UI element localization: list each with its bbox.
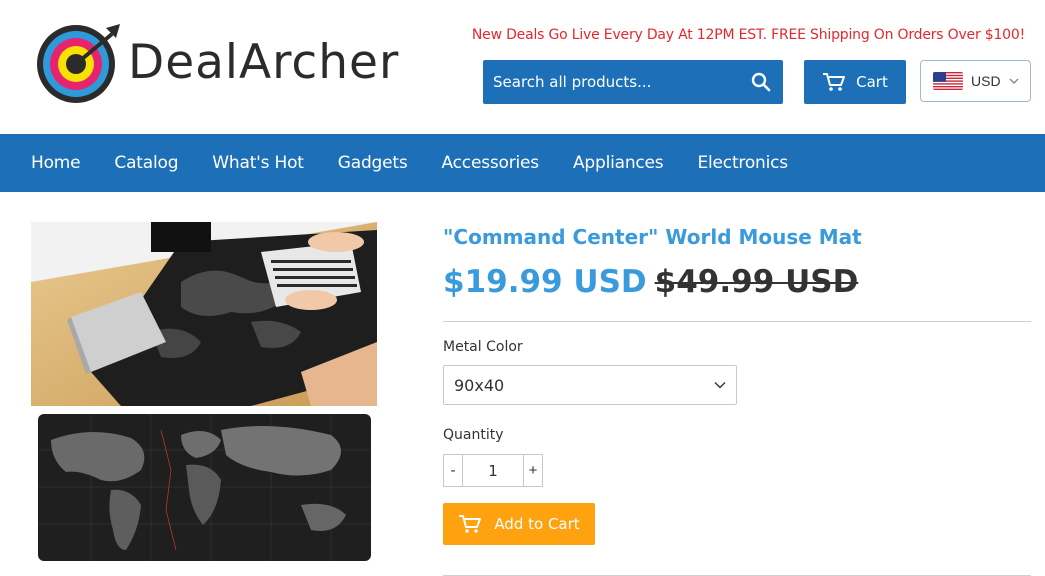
divider: [443, 321, 1031, 322]
quantity-stepper: - +: [443, 454, 543, 487]
search-bar: [483, 60, 783, 104]
chevron-down-icon: [714, 382, 726, 389]
currency-selector[interactable]: USD: [920, 60, 1031, 102]
main-nav: Home Catalog What's Hot Gadgets Accessor…: [0, 134, 1045, 192]
product-title: "Command Center" World Mouse Mat: [443, 225, 862, 249]
nav-item-accessories[interactable]: Accessories: [425, 134, 556, 192]
search-icon: [751, 72, 771, 92]
add-to-cart-button[interactable]: Add to Cart: [443, 503, 595, 545]
cart-icon: [823, 73, 846, 91]
product-photo-mat: [31, 410, 377, 566]
nav-item-whats-hot[interactable]: What's Hot: [195, 134, 320, 192]
cart-label: Cart: [856, 73, 888, 91]
target-logo-icon: [37, 24, 120, 103]
cart-button[interactable]: Cart: [804, 60, 906, 104]
quantity-increase-button[interactable]: +: [523, 455, 542, 486]
currency-code: USD: [971, 73, 1001, 89]
sale-price: $19.99 USD: [443, 264, 647, 300]
product-image-thumbnail[interactable]: [31, 410, 377, 566]
product-photo-desk: [31, 222, 377, 406]
nav-item-electronics[interactable]: Electronics: [680, 134, 804, 192]
option-select-value: 90x40: [454, 375, 505, 395]
nav-item-catalog[interactable]: Catalog: [97, 134, 195, 192]
site-header: DealArcher New Deals Go Live Every Day A…: [0, 0, 1045, 134]
chevron-down-icon: [1009, 78, 1019, 84]
cart-icon: [459, 515, 482, 533]
product-image-main[interactable]: [31, 222, 377, 406]
us-flag-icon: [933, 72, 963, 90]
option-select[interactable]: 90x40: [443, 365, 737, 405]
nav-item-home[interactable]: Home: [14, 134, 97, 192]
quantity-input[interactable]: [463, 455, 523, 486]
logo[interactable]: DealArcher: [36, 20, 399, 104]
promo-banner: New Deals Go Live Every Day At 12PM EST.…: [471, 27, 1025, 43]
option-label: Metal Color: [443, 339, 523, 355]
nav-item-gadgets[interactable]: Gadgets: [321, 134, 425, 192]
nav-item-appliances[interactable]: Appliances: [556, 134, 681, 192]
search-button[interactable]: [739, 60, 783, 104]
quantity-decrease-button[interactable]: -: [444, 455, 463, 486]
add-to-cart-label: Add to Cart: [494, 515, 580, 533]
compare-price: $49.99 USD: [654, 264, 859, 300]
search-input[interactable]: [483, 60, 739, 104]
logo-text: DealArcher: [128, 34, 400, 90]
price-row: $19.99 USD $49.99 USD: [443, 264, 858, 300]
quantity-label: Quantity: [443, 427, 504, 443]
